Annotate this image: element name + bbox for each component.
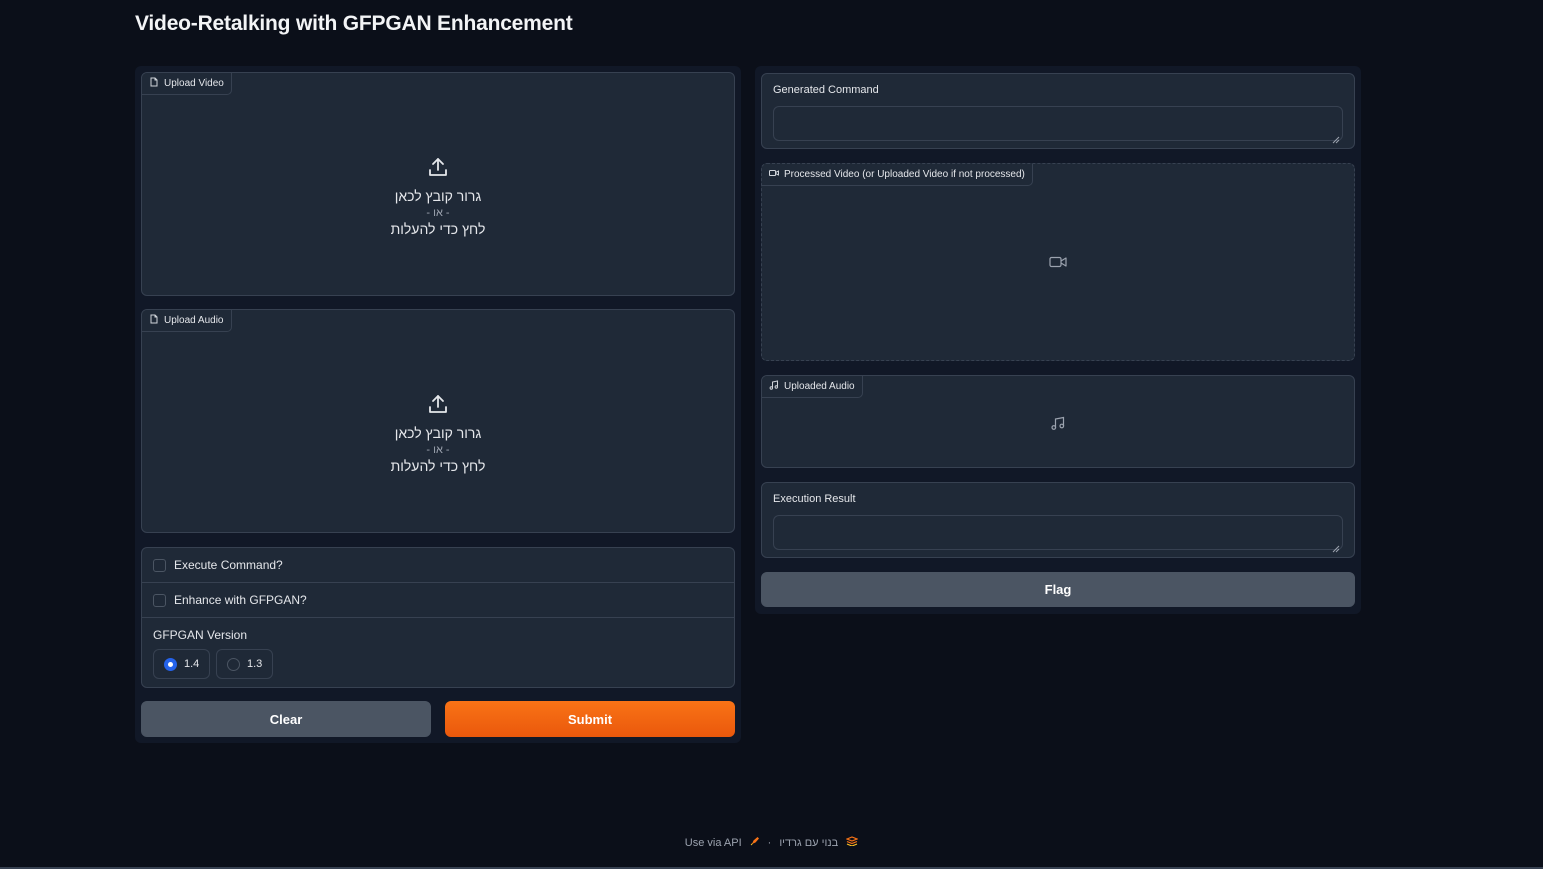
music-note-icon (769, 380, 779, 393)
upload-video-or-text: - או - (426, 207, 450, 219)
options-panel: Execute Command? Enhance with GFPGAN? GF… (141, 547, 735, 688)
footer: Use via API · בנוי עם גרדיו (0, 836, 1543, 849)
upload-icon (426, 392, 450, 421)
uploaded-audio-panel: Uploaded Audio (761, 375, 1355, 468)
resize-grip-icon[interactable] (1332, 131, 1340, 144)
upload-audio-click-text: לחץ כדי להעלות (390, 458, 486, 474)
upload-video-drop-text: גרור קובץ לכאן (394, 188, 482, 204)
processed-video-label-tag: Processed Video (or Uploaded Video if no… (762, 164, 1033, 186)
radio-selected-icon[interactable] (164, 657, 177, 671)
enhance-gfpgan-checkbox[interactable] (153, 593, 166, 607)
enhance-gfpgan-row[interactable]: Enhance with GFPGAN? (142, 583, 734, 618)
execution-result-label: Execution Result (773, 493, 856, 505)
upload-video-prompt: גרור קובץ לכאן - או - לחץ כדי להעלות (142, 155, 734, 237)
upload-video-label-tag: Upload Video (142, 73, 232, 95)
use-via-api-link[interactable]: Use via API (685, 837, 742, 849)
uploaded-audio-label: Uploaded Audio (784, 381, 855, 392)
gfpgan-version-option-1-3[interactable]: 1.3 (216, 649, 274, 679)
rocket-icon (750, 836, 760, 849)
page-title: Video-Retalking with GFPGAN Enhancement (135, 12, 573, 35)
radio-unselected-icon[interactable] (227, 657, 240, 671)
gfpgan-version-option-label: 1.3 (247, 658, 263, 670)
gfpgan-version-option-1-4[interactable]: 1.4 (153, 649, 211, 679)
upload-icon (426, 155, 450, 184)
app-root: Video-Retalking with GFPGAN Enhancement … (0, 0, 1543, 869)
execution-result-panel: Execution Result (761, 482, 1355, 558)
submit-button[interactable]: Submit (445, 701, 735, 737)
upload-audio-drop-text: גרור קובץ לכאן (394, 425, 482, 441)
generated-command-label: Generated Command (773, 84, 879, 96)
execute-command-row[interactable]: Execute Command? (142, 548, 734, 583)
execution-result-textarea[interactable] (773, 515, 1343, 550)
file-icon (149, 77, 159, 90)
upload-video-label: Upload Video (164, 78, 224, 89)
upload-audio-label-tag: Upload Audio (142, 310, 232, 332)
upload-audio-or-text: - או - (426, 444, 450, 456)
resize-grip-icon[interactable] (1332, 540, 1340, 553)
upload-video-dropzone[interactable]: Upload Video גרור קובץ לכאן - או - לחץ כ… (141, 72, 735, 296)
file-icon (149, 314, 159, 327)
gfpgan-version-label: GFPGAN Version (153, 628, 248, 642)
built-with-gradio-link[interactable]: בנוי עם גרדיו (779, 837, 838, 849)
flag-button[interactable]: Flag (761, 572, 1355, 607)
upload-audio-prompt: גרור קובץ לכאן - או - לחץ כדי להעלות (142, 392, 734, 474)
upload-video-click-text: לחץ כדי להעלות (390, 221, 486, 237)
gradio-logo-icon (845, 836, 859, 849)
processed-video-label: Processed Video (or Uploaded Video if no… (784, 169, 1025, 180)
gfpgan-version-option-label: 1.4 (184, 658, 200, 670)
processed-video-panel: Processed Video (or Uploaded Video if no… (761, 163, 1355, 361)
execute-command-label: Execute Command? (174, 558, 283, 572)
audio-note-icon (1050, 415, 1066, 436)
upload-audio-dropzone[interactable]: Upload Audio גרור קובץ לכאן - או - לחץ כ… (141, 309, 735, 533)
uploaded-audio-label-tag: Uploaded Audio (762, 376, 863, 398)
clear-button[interactable]: Clear (141, 701, 431, 737)
execute-command-checkbox[interactable] (153, 558, 166, 572)
enhance-gfpgan-label: Enhance with GFPGAN? (174, 593, 307, 607)
video-icon (769, 168, 779, 181)
upload-audio-label: Upload Audio (164, 315, 224, 326)
generated-command-textarea[interactable] (773, 106, 1343, 141)
video-camera-icon (1049, 255, 1067, 274)
footer-separator: · (767, 836, 772, 849)
generated-command-panel: Generated Command (761, 73, 1355, 149)
input-column: Upload Video גרור קובץ לכאן - או - לחץ כ… (135, 66, 741, 743)
output-column: Generated Command Processed Video (or Up… (755, 66, 1361, 614)
